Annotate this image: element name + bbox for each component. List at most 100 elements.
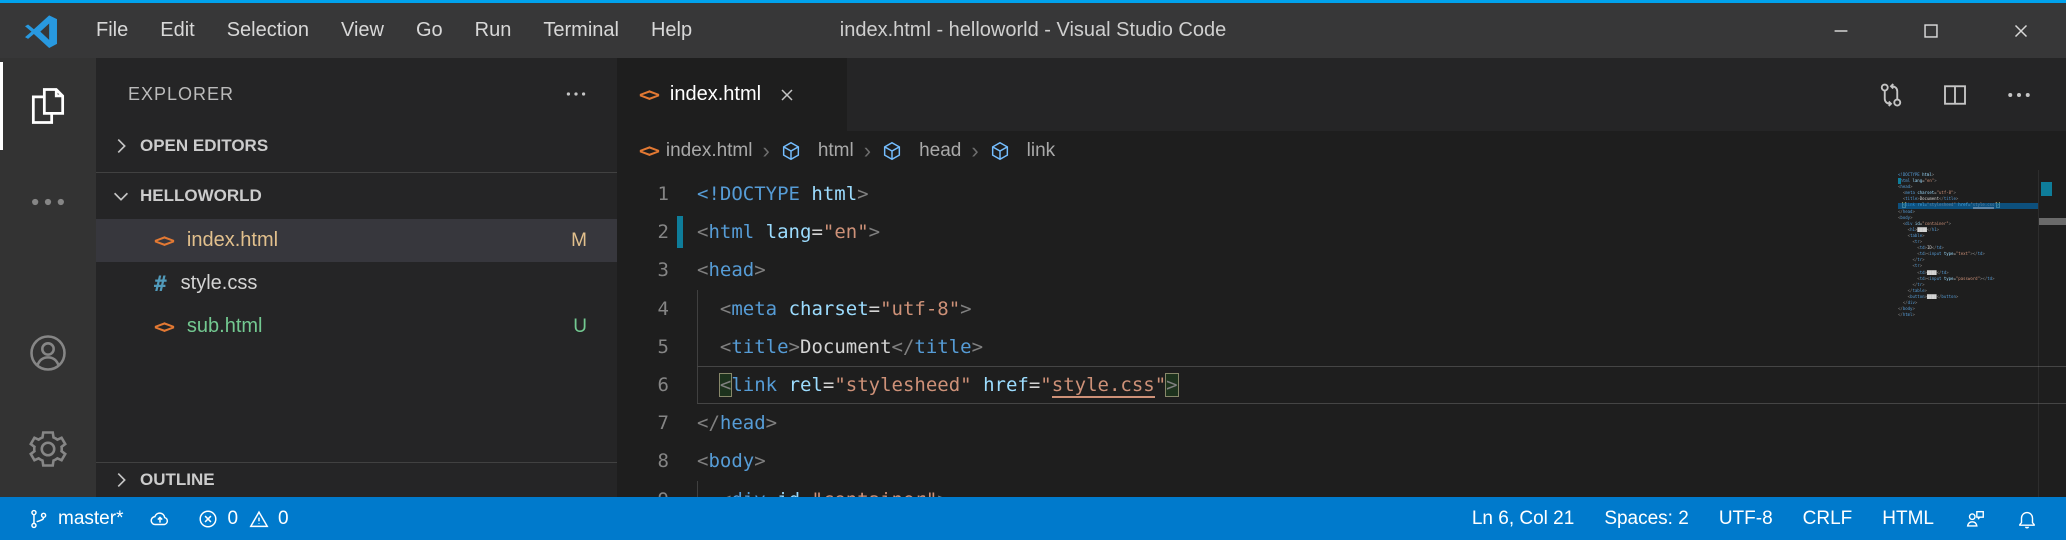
- minimap[interactable]: <!DOCTYPE html><html lang="en"><head> <m…: [1898, 172, 2038, 318]
- minimap-line: </html>: [1898, 312, 2038, 318]
- file-item-style-css[interactable]: #style.css: [96, 262, 617, 305]
- menu-view[interactable]: View: [325, 3, 400, 58]
- status-label: Spaces: 2: [1604, 508, 1689, 530]
- menu-run[interactable]: Run: [459, 3, 528, 58]
- code-line-6[interactable]: 6 <link rel="stylesheed" href="style.css…: [617, 366, 2066, 404]
- code-line-8[interactable]: 8<body>: [617, 442, 2066, 480]
- code-line-3[interactable]: 3<head>: [617, 251, 2066, 289]
- status-label: 0: [227, 508, 238, 530]
- git-status-badge: U: [573, 316, 587, 338]
- bell-icon: [2016, 508, 2038, 530]
- chevron-right-icon: [110, 135, 132, 157]
- status-label: master*: [58, 508, 123, 530]
- settings-gear-icon[interactable]: [0, 401, 96, 497]
- outline-label: OUTLINE: [140, 470, 215, 490]
- code-text: <meta charset="utf-8">: [697, 290, 2066, 328]
- editor-group: <> index.html: [617, 58, 2066, 497]
- overview-ruler[interactable]: [2038, 170, 2066, 497]
- status-label: 0: [278, 508, 289, 530]
- activity-bar: [0, 58, 96, 497]
- breadcrumb-label: html: [818, 140, 854, 162]
- account-icon[interactable]: [0, 305, 96, 401]
- status-label: CRLF: [1803, 508, 1853, 530]
- breadcrumb-item-html[interactable]: html: [780, 140, 854, 162]
- file-item-sub-html[interactable]: <>sub.htmlU: [96, 305, 617, 348]
- close-tab-icon[interactable]: [777, 85, 797, 105]
- tab-bar: <> index.html: [617, 58, 2066, 131]
- status-left-0[interactable]: 0: [246, 497, 299, 540]
- code-line-7[interactable]: 7</head>: [617, 404, 2066, 442]
- menu-help[interactable]: Help: [635, 3, 708, 58]
- menu-edit[interactable]: Edit: [144, 3, 210, 58]
- status-right-utf-8[interactable]: UTF-8: [1709, 497, 1783, 540]
- folder-label: HELLOWORLD: [140, 186, 262, 206]
- menu-go[interactable]: Go: [400, 3, 459, 58]
- code-text: <link rel="stylesheed" href="style.css">: [697, 366, 2066, 404]
- maximize-button[interactable]: [1886, 3, 1976, 58]
- open-changes-icon[interactable]: [1876, 80, 1906, 110]
- breadcrumb-item-head[interactable]: head: [881, 140, 961, 162]
- breadcrumb-separator: ›: [864, 138, 871, 164]
- code-lines: 1<!DOCTYPE html>2<html lang="en">3<head>…: [617, 170, 2066, 497]
- code-line-9[interactable]: 9 <div id="container">: [617, 481, 2066, 498]
- feedback-icon: [1964, 508, 1986, 530]
- more-actions-icon[interactable]: [2004, 80, 2034, 110]
- status-right-spaces-2[interactable]: Spaces: 2: [1594, 497, 1699, 540]
- status-right-crlf[interactable]: CRLF: [1793, 497, 1863, 540]
- explorer-more-actions-icon[interactable]: [563, 81, 589, 107]
- html-file-icon: <>: [154, 316, 173, 338]
- more-views-icon[interactable]: [0, 154, 96, 250]
- line-number: 2: [617, 213, 697, 251]
- code-text: <body>: [697, 442, 2066, 480]
- section-outline[interactable]: OUTLINE: [96, 463, 617, 497]
- menu-selection[interactable]: Selection: [211, 3, 325, 58]
- status-right-ln-6-col-21[interactable]: Ln 6, Col 21: [1462, 497, 1584, 540]
- gutter-modified-marker: [677, 216, 683, 248]
- html-file-icon: <>: [639, 140, 658, 162]
- error-icon: [197, 508, 219, 530]
- file-name: index.html: [187, 229, 278, 252]
- code-editor[interactable]: 1<!DOCTYPE html>2<html lang="en">3<head>…: [617, 170, 2066, 497]
- open-editors-label: OPEN EDITORS: [140, 136, 268, 156]
- section-open-editors[interactable]: OPEN EDITORS: [96, 120, 617, 172]
- close-window-button[interactable]: [1976, 3, 2066, 58]
- status-right-html[interactable]: HTML: [1872, 497, 1944, 540]
- file-name: style.css: [181, 272, 258, 295]
- breadcrumb-label: link: [1027, 140, 1056, 162]
- tab-index-html[interactable]: <> index.html: [617, 58, 847, 131]
- ruler-modified-marker: [2041, 182, 2052, 196]
- symbol-cube-icon: [989, 140, 1019, 162]
- window-controls: [1796, 3, 2066, 58]
- html-file-icon: <>: [639, 84, 658, 106]
- code-text: <!DOCTYPE html>: [697, 175, 2066, 213]
- sidebar-explorer: EXPLORER OPEN EDITORS HELLOWORLD <>index…: [96, 58, 617, 497]
- status-left-master[interactable]: master*: [18, 497, 133, 540]
- breadcrumb-item-link[interactable]: link: [989, 140, 1056, 162]
- status-right-feedback[interactable]: [1954, 497, 1996, 540]
- breadcrumb-item-index-html[interactable]: <>index.html: [639, 140, 753, 162]
- breadcrumb-separator: ›: [971, 138, 978, 164]
- status-right-bell[interactable]: [2006, 497, 2048, 540]
- code-line-1[interactable]: 1<!DOCTYPE html>: [617, 175, 2066, 213]
- menu-terminal[interactable]: Terminal: [527, 3, 635, 58]
- code-line-5[interactable]: 5 <title>Document</title>: [617, 328, 2066, 366]
- line-number: 4: [617, 290, 697, 328]
- section-folder-helloworld[interactable]: HELLOWORLD: [96, 173, 617, 219]
- cloud-upload-icon: [149, 508, 171, 530]
- status-label: HTML: [1882, 508, 1934, 530]
- indent-guide: [697, 328, 698, 366]
- menu-bar: FileEditSelectionViewGoRunTerminalHelp: [80, 3, 708, 58]
- file-item-index-html[interactable]: <>index.htmlM: [96, 219, 617, 262]
- code-line-4[interactable]: 4 <meta charset="utf-8">: [617, 290, 2066, 328]
- sidebar-spacer: [96, 348, 617, 462]
- menu-file[interactable]: File: [80, 3, 144, 58]
- code-line-2[interactable]: 2<html lang="en">: [617, 213, 2066, 251]
- split-editor-icon[interactable]: [1940, 80, 1970, 110]
- file-list: <>index.htmlM#style.css<>sub.htmlU: [96, 219, 617, 348]
- breadcrumb-label: head: [919, 140, 961, 162]
- status-left-cloud-upload[interactable]: [139, 497, 181, 540]
- explorer-icon[interactable]: [0, 58, 96, 154]
- minimize-button[interactable]: [1796, 3, 1886, 58]
- activity-bar-spacer: [0, 250, 96, 305]
- status-left-0[interactable]: 0: [187, 497, 240, 540]
